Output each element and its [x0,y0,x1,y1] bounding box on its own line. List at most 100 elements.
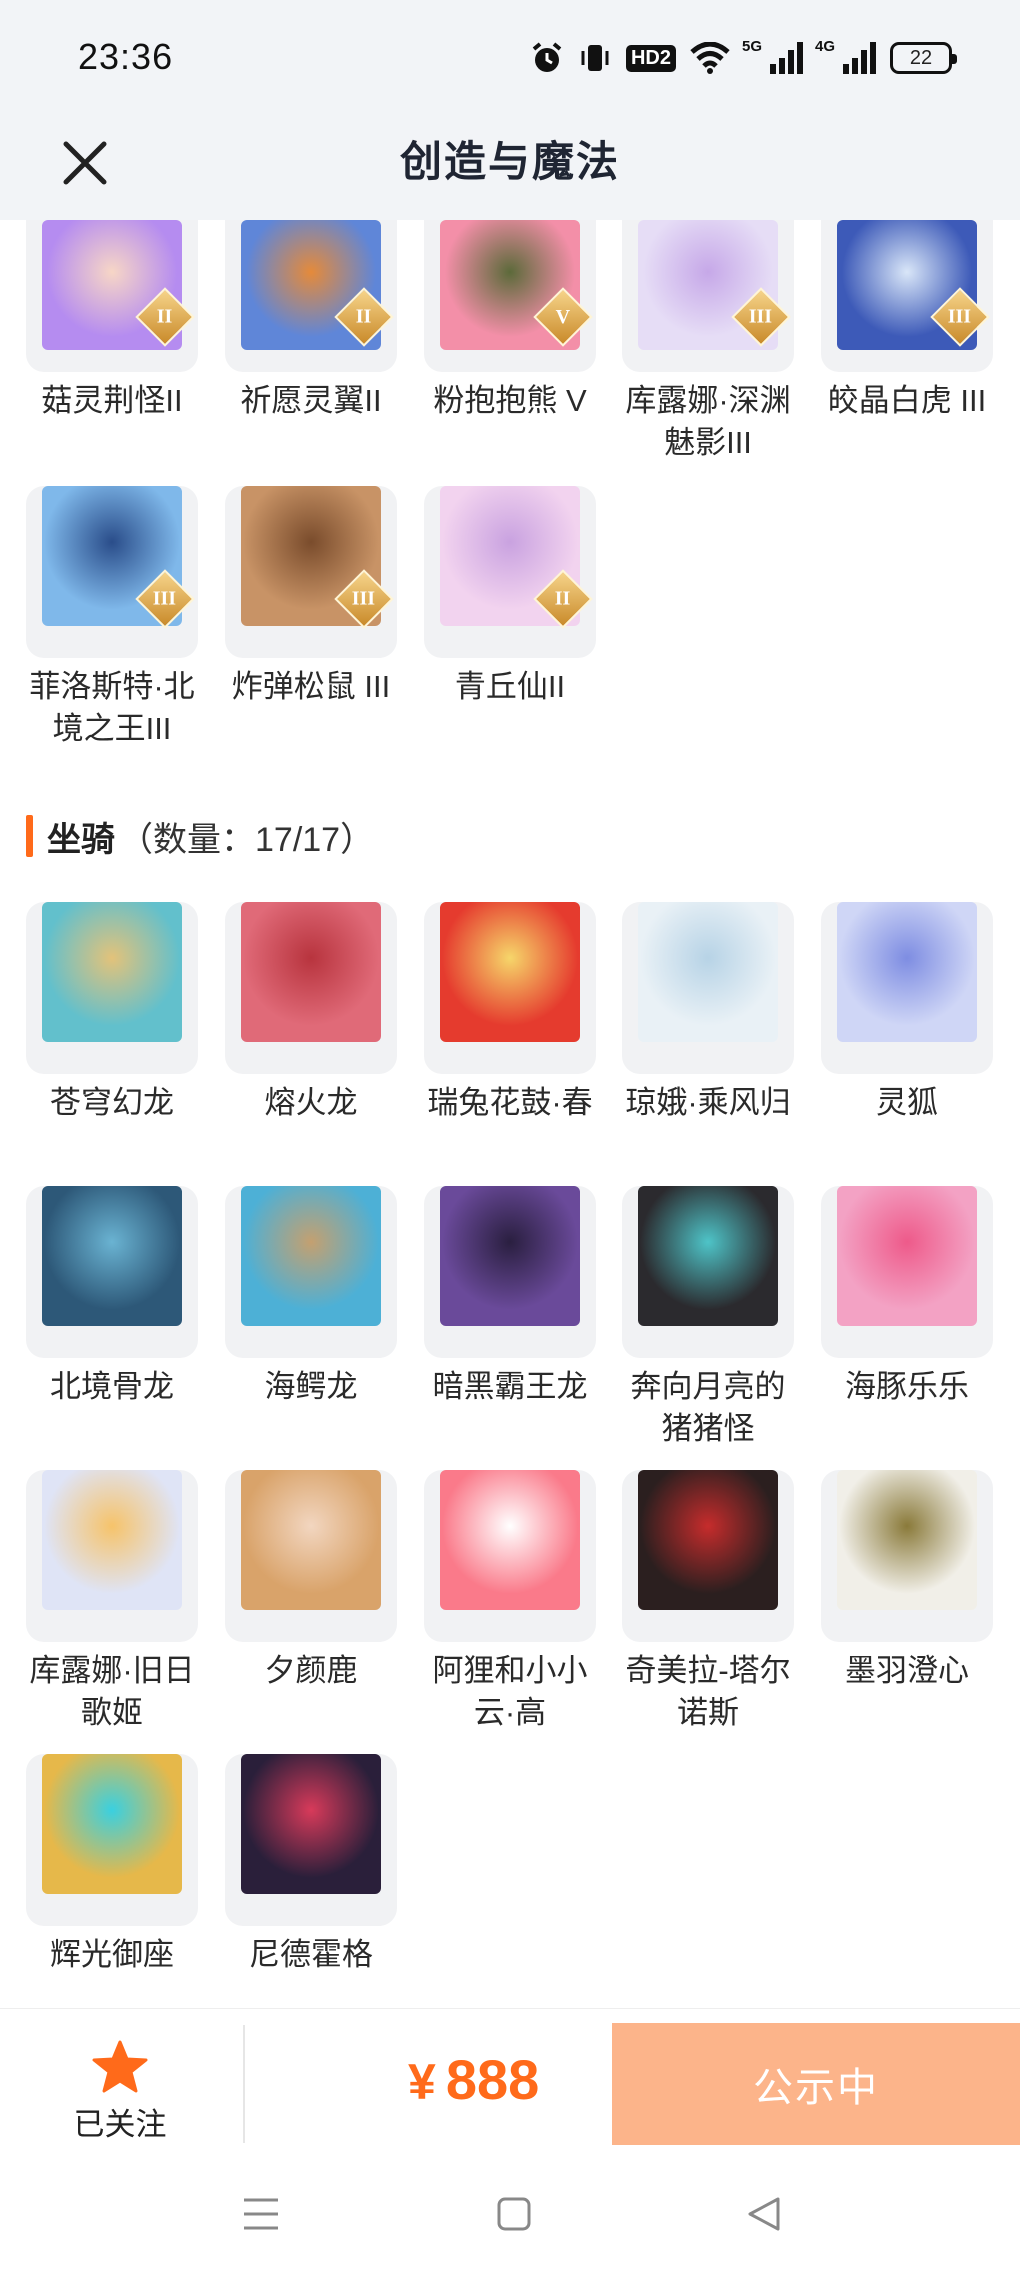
grid-item[interactable]: 辉光御座 [26,1754,198,1976]
item-thumbnail [225,1754,397,1926]
wifi-icon [690,42,730,74]
sea-dragon-icon [241,1186,381,1326]
home-icon[interactable] [496,2196,532,2232]
item-label: 皎晶白虎 III [827,383,987,418]
item-label: 库露娜·旧日歌姬 [29,1653,195,1730]
item-label: 海鳄龙 [264,1369,358,1404]
item-thumbnail: II [26,220,198,372]
item-thumbnail [225,902,397,1074]
bottom-action-bar: 已关注 ¥888 公示中 [0,2008,1020,2156]
hd-icon: HD2 [625,44,676,72]
status-icons: HD2 5G 4G 22 [530,38,957,78]
follow-button[interactable]: 已关注 [40,2009,200,2157]
item-label: 苍穹幻龙 [50,1085,174,1120]
item-label: 阿狸和小小云·高 [432,1653,588,1730]
back-icon[interactable] [746,2196,782,2232]
item-label: 奔向月亮的猪猪怪 [630,1369,786,1446]
currency-symbol: ¥ [408,2054,436,2110]
item-thumbnail: II [424,486,596,658]
item-label: 熔火龙 [264,1085,358,1120]
item-thumbnail [225,1186,397,1358]
status-button[interactable]: 公示中 [612,2023,1020,2145]
item-thumbnail [622,1186,794,1358]
status-bar: 23:36 HD2 5G 4G 22 [0,0,1020,118]
vibrate-icon [581,45,609,71]
section-count: （数量：17/17） [119,820,375,859]
alarm-icon [532,42,562,72]
item-label: 暗黑霸王龙 [432,1369,588,1404]
grid-item[interactable]: 琼娥·乘风归 [622,902,794,1124]
grid-item[interactable]: 奔向月亮的猪猪怪 [622,1186,794,1450]
grid-item[interactable]: II 菇灵荆怪II [26,220,198,422]
item-label: 琼娥·乘风归 [625,1085,791,1120]
grid-item[interactable]: 墨羽澄心 [821,1470,993,1692]
price-value: 888 [445,2048,540,2111]
item-thumbnail [821,1186,993,1358]
signal-4g-icon: 4G [815,38,876,74]
item-label: 库露娜·深渊魅影III [625,383,791,460]
grid-item[interactable]: 尼德霍格 [225,1754,397,1976]
bone-dragon-icon [42,1186,182,1326]
grid-item[interactable]: II 青丘仙II [424,486,596,708]
item-label: 海豚乐乐 [845,1369,969,1404]
rabbit-drum-icon [440,902,580,1042]
grid-item[interactable]: 暗黑霸王龙 [424,1186,596,1408]
item-thumbnail [622,1470,794,1642]
grid-item[interactable]: 瑞兔花鼓·春 [424,902,596,1124]
grid-item[interactable]: 北境骨龙 [26,1186,198,1408]
dolphin-icon [837,1186,977,1326]
item-label: 祈愿灵翼II [240,383,382,418]
item-thumbnail [424,902,596,1074]
grid-item[interactable]: 夕颜鹿 [225,1470,397,1692]
item-label: 瑞兔花鼓·春 [427,1085,593,1120]
star-icon [92,2040,148,2093]
item-label: 粉抱抱熊 V [433,383,587,418]
item-thumbnail [225,1470,397,1642]
item-label: 灵狐 [876,1085,938,1120]
section-accent-bar [26,815,33,857]
item-label: 菇灵荆怪II [41,383,183,418]
top-area: 23:36 HD2 5G 4G 22 创造与魔法 [0,0,1020,220]
sky-dragon-icon [42,902,182,1042]
signal-5g-icon: 5G [742,38,803,74]
menu-icon[interactable] [242,2196,280,2232]
grid-item[interactable]: 熔火龙 [225,902,397,1124]
item-thumbnail: II [225,220,397,372]
grid-item[interactable]: 库露娜·旧日歌姬 [26,1470,198,1734]
singer-girl-icon [42,1470,182,1610]
item-thumbnail: III [821,220,993,372]
moon-pig-icon [638,1186,778,1326]
grid-item[interactable]: II 祈愿灵翼II [225,220,397,422]
nidhogg-dragon-icon [241,1754,381,1894]
grid-item[interactable]: III 菲洛斯特·北境之王III [26,486,198,750]
item-thumbnail: III [225,486,397,658]
item-label: 尼德霍格 [249,1937,373,1972]
item-label: 夕颜鹿 [264,1653,358,1688]
grid-item[interactable]: V 粉抱抱熊 V [424,220,596,422]
feather-sword-icon [837,1470,977,1610]
section-name: 坐骑 [47,820,115,859]
grid-item[interactable]: III 皎晶白虎 III [821,220,993,422]
grid-item[interactable]: 奇美拉-塔尔诺斯 [622,1470,794,1734]
item-thumbnail [622,902,794,1074]
item-thumbnail: III [622,220,794,372]
grid-item[interactable]: III 库露娜·深渊魅影III [622,220,794,464]
grid-item[interactable]: 苍穹幻龙 [26,902,198,1124]
deer-icon [241,1470,381,1610]
item-thumbnail [424,1470,596,1642]
golden-throne-icon [42,1754,182,1894]
page-header: 创造与魔法 [0,118,1020,220]
system-nav-bar [0,2156,1020,2278]
grid-item[interactable]: 海鳄龙 [225,1186,397,1408]
grid-item[interactable]: 海豚乐乐 [821,1186,993,1408]
item-thumbnail [26,1470,198,1642]
item-thumbnail: V [424,220,596,372]
dark-trex-icon [440,1186,580,1326]
grid-item[interactable]: III 炸弹松鼠 III [225,486,397,708]
grid-item[interactable]: 阿狸和小小云·高 [424,1470,596,1734]
chimera-icon [638,1470,778,1610]
item-label: 奇美拉-塔尔诺斯 [625,1653,791,1730]
ali-cloud-icon [440,1470,580,1610]
grid-item[interactable]: 灵狐 [821,902,993,1124]
item-thumbnail [424,1186,596,1358]
